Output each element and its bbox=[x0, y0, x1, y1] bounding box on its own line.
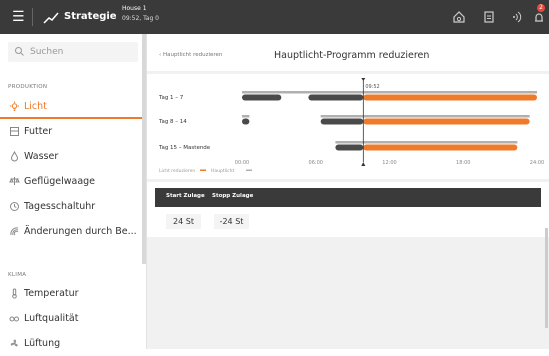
sidebar-item-label: Lüftung bbox=[24, 338, 61, 349]
light-program-chart: Tag 1 – 7 Tag 8 – 14 Tag 15 – Mastende 09:5… bbox=[147, 74, 549, 179]
past-bar bbox=[242, 94, 282, 101]
reduce-light-bar bbox=[363, 144, 518, 151]
changes-icon bbox=[10, 227, 19, 236]
fan-icon bbox=[10, 339, 18, 347]
x-tick-label: 06:00 bbox=[309, 160, 323, 166]
back-label: Hauptlicht reduzieren bbox=[162, 52, 223, 58]
main-light-bar bbox=[242, 91, 537, 94]
light-icon bbox=[10, 101, 19, 111]
legend-label: Hauptlicht bbox=[211, 168, 234, 174]
sidebar-item-temperatur[interactable]: Temperatur bbox=[0, 282, 146, 306]
page-header: ‹ Hauptlicht reduzieren Hauptlicht-Progr… bbox=[147, 34, 549, 71]
past-bar bbox=[242, 118, 250, 125]
home-icon[interactable] bbox=[451, 9, 467, 25]
clipboard-icon[interactable] bbox=[481, 9, 497, 25]
legend-swatch bbox=[246, 169, 252, 171]
house-name: House 1 bbox=[122, 5, 147, 12]
main-light-bar bbox=[320, 115, 530, 118]
clock-icon bbox=[10, 202, 19, 211]
sidebar-item-label: Futter bbox=[24, 126, 53, 137]
sidebar-item-licht[interactable]: Licht bbox=[0, 95, 146, 119]
app-title: Strategie bbox=[64, 11, 117, 22]
legend-swatch bbox=[200, 169, 206, 171]
sidebar-scrollbar[interactable] bbox=[142, 34, 146, 264]
sidebar-item-label: Luftqualität bbox=[24, 313, 79, 324]
sidebar-item-tagesschaltuhr[interactable]: Tagesschaltuhr bbox=[0, 195, 146, 219]
sidebar-item-aenderungen[interactable]: Änderungen durch Be... bbox=[0, 220, 146, 244]
row-label: Tag 8 – 14 bbox=[158, 119, 187, 125]
legend-label: Licht reduzieren bbox=[159, 168, 195, 174]
sidebar-item-label: Wasser bbox=[24, 151, 59, 162]
now-marker-bottom bbox=[361, 162, 366, 166]
x-tick-label: 00:00 bbox=[235, 160, 249, 166]
past-bar bbox=[335, 144, 364, 151]
search-input[interactable]: Suchen bbox=[8, 42, 138, 62]
main-content: ‹ Hauptlicht reduzieren Hauptlicht-Progr… bbox=[147, 34, 549, 349]
main-light-bar bbox=[335, 141, 518, 144]
row-label: Tag 15 – Mastende bbox=[158, 145, 211, 151]
divider bbox=[32, 8, 33, 26]
column-header: Start Zulage bbox=[166, 193, 205, 199]
main-scrollbar[interactable] bbox=[545, 228, 548, 328]
sidebar-item-futter[interactable]: Futter bbox=[0, 120, 146, 144]
x-tick-label: 18:00 bbox=[456, 160, 470, 166]
sidebar-item-gefluegelwaage[interactable]: Geflügelwaage bbox=[0, 170, 146, 194]
feed-icon bbox=[10, 127, 19, 136]
search-icon bbox=[15, 47, 24, 56]
table-header: Start Zulage Stopp Zulage bbox=[155, 188, 541, 207]
past-bar bbox=[308, 94, 364, 101]
back-button[interactable]: ‹ Hauptlicht reduzieren bbox=[159, 52, 222, 58]
reduce-light-bar bbox=[363, 118, 530, 125]
co2-icon bbox=[9, 316, 19, 322]
section-title-produktion: PRODUKTION bbox=[8, 84, 48, 90]
chart-line-icon bbox=[43, 10, 59, 24]
x-tick-label: 24:00 bbox=[530, 160, 544, 166]
now-marker-top bbox=[361, 78, 366, 81]
alarm-badge: 2 bbox=[537, 4, 545, 12]
section-title-klima: KLIMA bbox=[8, 272, 27, 278]
main-light-bar bbox=[242, 115, 250, 118]
wifi-icon[interactable] bbox=[508, 9, 524, 25]
sidebar-item-lueftung[interactable]: Lüftung bbox=[0, 332, 146, 356]
sidebar-item-label: Geflügelwaage bbox=[24, 176, 96, 187]
start-zulage-value[interactable]: 24 St bbox=[166, 214, 201, 229]
hamburger-icon[interactable]: ☰ bbox=[12, 9, 25, 25]
sidebar-item-label: Änderungen durch Be... bbox=[24, 226, 137, 237]
stopp-zulage-value[interactable]: -24 St bbox=[214, 214, 249, 229]
row-label: Tag 1 – 7 bbox=[158, 95, 184, 101]
sidebar: Suchen PRODUKTION Licht Futter Wasser Ge… bbox=[0, 34, 147, 349]
water-drop-icon bbox=[10, 151, 19, 162]
sidebar-item-label: Tagesschaltuhr bbox=[24, 201, 96, 212]
sidebar-item-label: Licht bbox=[24, 101, 47, 112]
now-label: 09:52 bbox=[365, 84, 379, 90]
sidebar-item-luftqualitaet[interactable]: Luftqualität bbox=[0, 307, 146, 331]
sidebar-item-label: Temperatur bbox=[24, 288, 79, 299]
active-indicator bbox=[0, 117, 146, 119]
reduce-light-bar bbox=[363, 94, 537, 101]
time-day: 09:52, Tag 0 bbox=[122, 15, 159, 22]
page-title: Hauptlicht-Programm reduzieren bbox=[274, 50, 430, 61]
scale-icon bbox=[9, 177, 20, 185]
supplement-table: Start Zulage Stopp Zulage 24 St -24 St bbox=[147, 182, 549, 237]
x-tick-label: 12:00 bbox=[382, 160, 396, 166]
search-placeholder: Suchen bbox=[30, 47, 64, 57]
chart-svg: Tag 1 – 7 Tag 8 – 14 Tag 15 – Mastende 09:5… bbox=[158, 78, 544, 174]
sidebar-item-wasser[interactable]: Wasser bbox=[0, 145, 146, 169]
top-bar: ☰ Strategie House 1 09:52, Tag 0 2 bbox=[0, 0, 549, 34]
past-bar bbox=[320, 118, 364, 125]
thermometer-icon bbox=[12, 288, 17, 299]
column-header: Stopp Zulage bbox=[212, 193, 254, 199]
